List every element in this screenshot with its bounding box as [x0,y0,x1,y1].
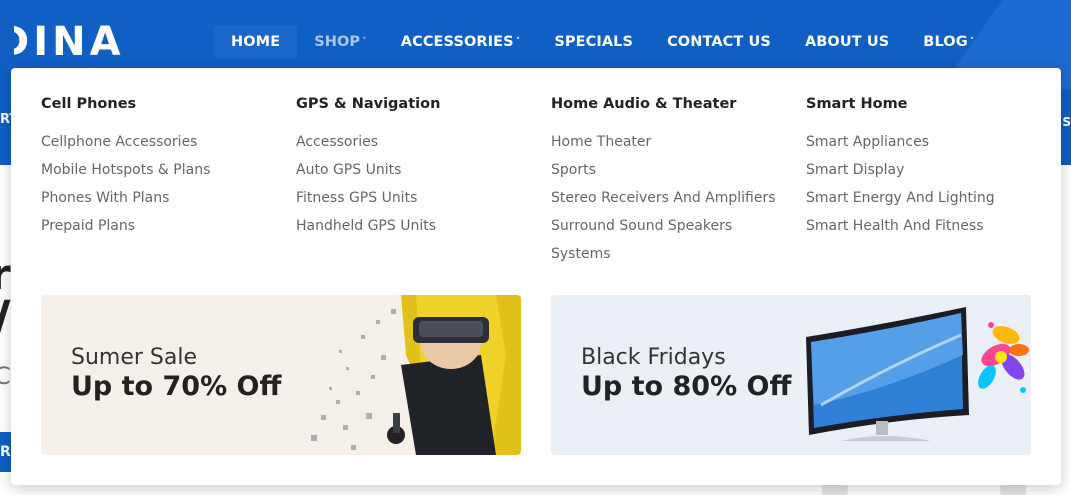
nav-blog-label: BLOG [923,34,968,50]
menu-link[interactable]: Fitness GPS Units [296,184,536,212]
promo-banner-black-fridays[interactable]: Black Fridays Up to 80% Off [551,295,1031,455]
nav-accessories-label: ACCESSORIES [400,34,514,50]
chevron-down-icon: ˅ [969,37,975,47]
logo-mask [0,0,14,70]
nav-about-us-label: ABOUT US [804,34,890,50]
nav-accessories[interactable]: ACCESSORIES ˅ [384,25,538,59]
site-logo[interactable]: DINA [0,16,125,68]
menu-link[interactable]: Auto GPS Units [296,156,536,184]
nav-blog[interactable]: BLOG ˅ [906,25,991,59]
menu-link[interactable]: Smart Display [806,156,1046,184]
banner-title: Up to 80% Off [581,371,792,402]
product-stand-fragment [822,485,848,495]
menu-link[interactable]: Systems [551,240,791,268]
menu-link[interactable]: Accessories [296,128,536,156]
menu-column-title[interactable]: Cell Phones [41,95,281,113]
menu-link[interactable]: Handheld GPS Units [296,212,536,240]
menu-link[interactable]: Mobile Hotspots & Plans [41,156,281,184]
menu-link[interactable]: Cellphone Accessories [41,128,281,156]
nav-shop[interactable]: SHOP ˅ [297,25,384,59]
menu-column-gps-navigation: GPS & Navigation Accessories Auto GPS Un… [296,95,536,240]
chevron-down-icon: ˅ [515,37,521,47]
menu-link[interactable]: Home Theater [551,128,791,156]
menu-link[interactable]: Phones With Plans [41,184,281,212]
nav-specials[interactable]: SPECIALS [537,25,650,59]
product-stand-fragment [1000,485,1026,495]
menu-link[interactable]: Smart Energy And Lighting [806,184,1046,212]
nav-contact-us-label: CONTACT US [667,34,771,50]
nav-home[interactable]: HOME [214,25,298,59]
nav-about-us[interactable]: ABOUT US [788,25,906,59]
menu-link[interactable]: Stereo Receivers And Amplifiers [551,184,791,212]
nav-contact-us[interactable]: CONTACT US [650,25,788,59]
menu-column-title[interactable]: Smart Home [806,95,1046,113]
banner-title: Up to 70% Off [71,371,282,402]
menu-column-cell-phones: Cell Phones Cellphone Accessories Mobile… [41,95,281,240]
main-nav: HOME SHOP ˅ ACCESSORIES ˅ SPECIALS CONTACT… [214,24,991,60]
vr-gamer-image [311,295,521,455]
nav-shop-label: SHOP [314,34,361,50]
menu-link[interactable]: Smart Appliances [806,128,1046,156]
menu-link[interactable]: Prepaid Plans [41,212,281,240]
hero-text-fragment: C [0,362,11,390]
menu-column-smart-home: Smart Home Smart Appliances Smart Displa… [806,95,1046,240]
menu-column-title[interactable]: GPS & Navigation [296,95,536,113]
banner-subtitle: Black Fridays [581,345,726,370]
menu-link[interactable]: Smart Health And Fitness [806,212,1046,240]
nav-home-label: HOME [231,34,281,50]
hero-heading-fragment-2: / [0,290,10,355]
promo-banner-summer-sale[interactable]: Sumer Sale Up to 70% Off [41,295,521,455]
nav-specials-label: SPECIALS [554,34,634,50]
menu-link[interactable]: Sports [551,156,791,184]
mega-menu-dropdown: Cell Phones Cellphone Accessories Mobile… [11,68,1061,485]
menu-link[interactable]: Surround Sound Speakers [551,212,791,240]
menu-column-home-audio-theater: Home Audio & Theater Home Theater Sports… [551,95,791,268]
menu-column-title[interactable]: Home Audio & Theater [551,95,791,113]
chevron-down-icon: ˅ [362,37,367,47]
banner-subtitle: Sumer Sale [71,345,198,370]
curved-tv-image [806,307,1029,441]
